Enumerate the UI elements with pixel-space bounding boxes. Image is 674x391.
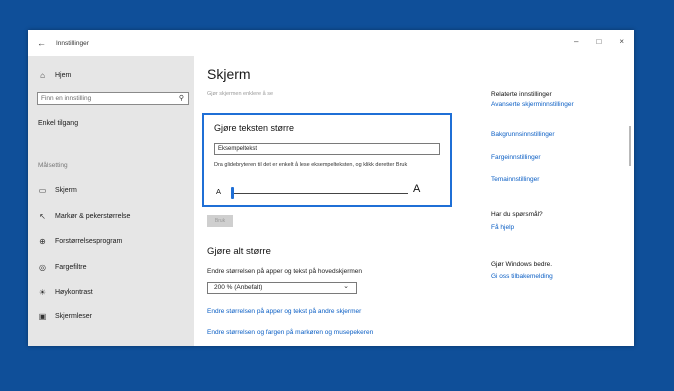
related-settings-heading: Relaterte innstillinger bbox=[491, 91, 552, 98]
sidebar-item-label: Markør & pekerstørrelse bbox=[55, 213, 131, 220]
scale-dropdown[interactable]: 200 % (Anbefalt) ⌄ bbox=[207, 282, 357, 294]
sidebar-item-label: Hjem bbox=[55, 72, 72, 79]
sidebar-item-skjerm[interactable]: ▭ Skjerm bbox=[38, 186, 77, 195]
sample-text-box: Eksempeltekst bbox=[214, 143, 440, 155]
feedback-link[interactable]: Gi oss tilbakemelding bbox=[491, 273, 553, 280]
close-button[interactable]: × bbox=[619, 37, 624, 46]
get-help-link[interactable]: Få hjelp bbox=[491, 224, 514, 231]
sidebar-item-label: Forstørrelsesprogram bbox=[55, 238, 123, 245]
apply-button[interactable]: Bruk bbox=[207, 215, 233, 227]
sidebar-group-label: Målsetting bbox=[38, 162, 68, 169]
question-heading: Har du spørsmål? bbox=[491, 211, 543, 218]
settings-window: ← Innstillinger – □ × ⌂ Hjem Finn en inn… bbox=[28, 30, 634, 346]
sidebar-item-color-filters[interactable]: ◎ Fargefiltre bbox=[38, 263, 87, 272]
other-displays-link[interactable]: Endre størrelsen på apper og tekst på an… bbox=[207, 308, 361, 315]
title-bar: ← Innstillinger – □ × bbox=[28, 30, 634, 56]
sidebar-item-label: Fargefiltre bbox=[55, 264, 87, 271]
slider-hint: Dra glidebryteren til det er enkelt å le… bbox=[214, 162, 408, 168]
sidebar-item-narrator[interactable]: ▣ Skjermleser bbox=[38, 312, 92, 321]
sidebar-section-title: Enkel tilgang bbox=[38, 120, 78, 127]
window-controls: – □ × bbox=[574, 37, 624, 46]
maximize-button[interactable]: □ bbox=[596, 37, 601, 46]
related-link-background[interactable]: Bakgrunnsinnstillinger bbox=[491, 131, 555, 138]
sidebar: ⌂ Hjem Finn en innstilling ⚲ Enkel tilga… bbox=[28, 56, 194, 346]
narrator-icon: ▣ bbox=[38, 312, 47, 321]
magnifier-icon: ⊕ bbox=[39, 237, 46, 246]
sidebar-item-label: Skjermleser bbox=[55, 313, 92, 320]
sidebar-item-label: Skjerm bbox=[55, 187, 77, 194]
cursor-size-link[interactable]: Endre størrelsen og fargen på markøren o… bbox=[207, 329, 373, 336]
window-title: Innstillinger bbox=[56, 39, 89, 47]
scale-dropdown-value: 200 % (Anbefalt) bbox=[214, 284, 263, 291]
related-link-theme[interactable]: Temainnstillinger bbox=[491, 176, 539, 183]
home-icon: ⌂ bbox=[40, 71, 45, 80]
related-link-color[interactable]: Fargeinnstillinger bbox=[491, 154, 541, 161]
related-link-advanced-display[interactable]: Avanserte skjerminnstillinger bbox=[491, 101, 574, 108]
scrollbar[interactable] bbox=[629, 126, 631, 166]
search-placeholder: Finn en innstilling bbox=[41, 95, 92, 102]
pointer-icon: ↖ bbox=[39, 212, 46, 221]
text-size-panel: Gjøre teksten større Eksempeltekst Dra g… bbox=[202, 113, 452, 207]
color-filter-icon: ◎ bbox=[39, 263, 46, 272]
minimize-button[interactable]: – bbox=[574, 37, 578, 46]
search-input[interactable]: Finn en innstilling ⚲ bbox=[37, 92, 189, 105]
sidebar-item-home[interactable]: ⌂ Hjem bbox=[38, 71, 71, 80]
scale-label: Endre størrelsen på apper og tekst på ho… bbox=[207, 268, 363, 275]
contrast-icon: ☀ bbox=[38, 288, 47, 297]
slider-min-label: A bbox=[216, 187, 222, 196]
page-title: Skjerm bbox=[207, 66, 251, 82]
make-everything-bigger-heading: Gjøre alt større bbox=[207, 246, 271, 257]
sidebar-item-magnifier[interactable]: ⊕ Forstørrelsesprogram bbox=[38, 237, 122, 246]
section-title-label: Enkel tilgang bbox=[38, 120, 79, 127]
sidebar-item-label: Høykontrast bbox=[55, 289, 93, 296]
chevron-down-icon: ⌄ bbox=[343, 283, 349, 290]
monitor-icon: ▭ bbox=[38, 186, 47, 195]
text-size-slider-track[interactable] bbox=[232, 193, 408, 194]
sidebar-item-high-contrast[interactable]: ☀ Høykontrast bbox=[38, 288, 93, 297]
improve-windows-heading: Gjør Windows bedre. bbox=[491, 261, 553, 268]
main-content: Skjerm Gjør skjermen enklere å se Gjøre … bbox=[194, 56, 634, 346]
page-subtitle: Gjør skjermen enklere å se bbox=[207, 91, 274, 97]
slider-max-label: A bbox=[413, 183, 421, 195]
text-size-slider-thumb[interactable] bbox=[231, 187, 234, 199]
text-size-heading: Gjøre teksten større bbox=[214, 123, 295, 133]
back-arrow-icon[interactable]: ← bbox=[37, 38, 46, 48]
search-icon: ⚲ bbox=[178, 95, 184, 102]
sidebar-item-pointer[interactable]: ↖ Markør & pekerstørrelse bbox=[38, 212, 130, 221]
